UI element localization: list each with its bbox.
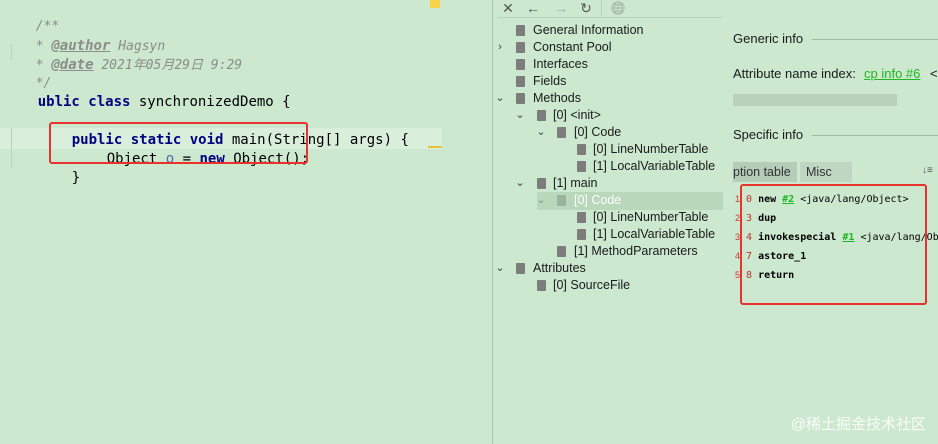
folder-icon: [516, 42, 525, 53]
tree-item-init-code[interactable]: [0] Code: [574, 124, 621, 141]
caret-marker: [428, 146, 442, 148]
file-icon: [577, 161, 586, 172]
panel-splitter[interactable]: [492, 0, 493, 444]
tree-item-fields[interactable]: Fields: [533, 73, 566, 90]
highlight-box-statement: [49, 122, 308, 164]
obscured-row: [733, 94, 897, 106]
tree-item-init[interactable]: [0] <init>: [553, 107, 601, 124]
file-icon: [577, 229, 586, 240]
file-icon: [537, 280, 546, 291]
attr-name-index-suffix: <: [930, 66, 938, 81]
attr-name-index-link[interactable]: cp info #6: [864, 66, 920, 81]
editor-marker: [430, 0, 440, 8]
chevron-down-icon[interactable]: ⌄: [535, 192, 547, 209]
tree-item-main[interactable]: [1] main: [553, 175, 597, 192]
folder-icon: [516, 76, 525, 87]
code-line-author: * @author Hagsyn: [35, 38, 166, 54]
highlight-box-bytecode: [740, 184, 927, 305]
chevron-down-icon[interactable]: ⌄: [514, 175, 526, 192]
tree-item-main-code[interactable]: [0] Code: [574, 192, 621, 209]
section-divider: [812, 135, 938, 136]
tree-item-init-localvariabletable[interactable]: [1] LocalVariableTable: [593, 158, 715, 175]
folder-icon: [516, 93, 525, 104]
tree-item-methods[interactable]: Methods: [533, 90, 581, 107]
tree-item-constant-pool[interactable]: Constant Pool: [533, 39, 612, 56]
refresh-icon[interactable]: ↻: [577, 0, 595, 17]
folder-icon: [557, 195, 566, 206]
toolbar-divider: [601, 0, 602, 16]
watermark: @稀土掘金技术社区: [790, 416, 926, 433]
sort-icon[interactable]: ↓≡: [922, 165, 933, 176]
chevron-down-icon[interactable]: ⌄: [535, 124, 547, 141]
code-line-class: ublic class synchronizedDemo {: [37, 94, 291, 110]
folder-icon: [537, 178, 546, 189]
tab-misc[interactable]: Misc: [800, 162, 852, 182]
back-icon[interactable]: ←: [524, 0, 542, 17]
tree-item-init-linenumbertable[interactable]: [0] LineNumberTable: [593, 141, 708, 158]
tree-item-sourcefile[interactable]: [0] SourceFile: [553, 277, 630, 294]
file-icon: [557, 246, 566, 257]
section-divider: [812, 39, 938, 40]
tree-item-main-localvariabletable[interactable]: [1] LocalVariableTable: [593, 226, 715, 243]
code-line-doc-close: */: [35, 76, 52, 91]
web-icon[interactable]: 🌐: [609, 0, 627, 17]
file-icon: [516, 25, 525, 36]
folder-icon: [516, 59, 525, 70]
tree-item-interfaces[interactable]: Interfaces: [533, 56, 588, 73]
tree-item-attributes[interactable]: Attributes: [533, 260, 586, 277]
toolbar-separator: [497, 17, 722, 18]
folder-icon: [516, 263, 525, 274]
forward-icon[interactable]: →: [552, 0, 570, 17]
chevron-down-icon[interactable]: ⌄: [494, 90, 506, 107]
file-icon: [577, 144, 586, 155]
indent-guide: [11, 128, 12, 168]
code-line-date: * @date 2021年05月29日 9:29: [35, 57, 243, 73]
generic-info-heading: Generic info: [733, 31, 804, 46]
folder-icon: [537, 110, 546, 121]
tree-item-methodparameters[interactable]: [1] MethodParameters: [574, 243, 698, 260]
chevron-down-icon[interactable]: ⌄: [494, 260, 506, 277]
attr-name-index-label: Attribute name index:: [733, 66, 856, 81]
chevron-right-icon[interactable]: ›: [494, 39, 506, 56]
close-icon[interactable]: ✕: [499, 0, 517, 17]
chevron-down-icon[interactable]: ⌄: [514, 107, 526, 124]
code-editor[interactable]: /** * @author Hagsyn * @date 2021年05月29日…: [0, 0, 492, 444]
tab-exception-table[interactable]: ption table: [733, 162, 797, 182]
folder-icon: [557, 127, 566, 138]
code-line-doc-open: /**: [35, 19, 60, 34]
specific-info-heading: Specific info: [733, 127, 804, 142]
tree-item-main-linenumbertable[interactable]: [0] LineNumberTable: [593, 209, 708, 226]
tree-item-general-information[interactable]: General Information: [533, 22, 643, 39]
file-icon: [577, 212, 586, 223]
